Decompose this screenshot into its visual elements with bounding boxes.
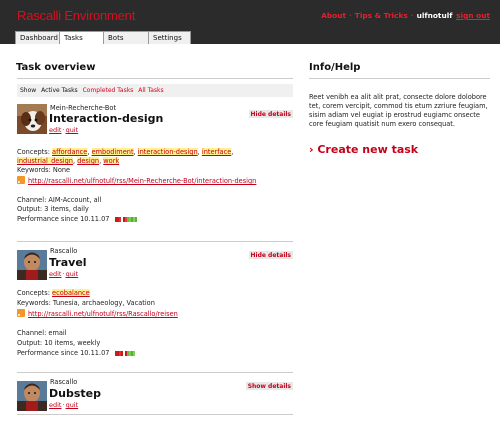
filter-label: Show: [20, 87, 37, 94]
task-item: Rascallo Travel edit·quit Hide details C…: [17, 247, 293, 362]
channel-line: Channel: AIM-Account, all: [17, 196, 102, 204]
bot-name: Rascallo: [50, 247, 78, 255]
concept-tag[interactable]: design: [77, 157, 100, 165]
create-task-link[interactable]: › Create new task: [309, 143, 418, 156]
performance-line: Performance since 10.11.07: [17, 215, 137, 224]
sign-out-link[interactable]: sign out: [456, 11, 490, 20]
task-item: Mein-Recherche-Bot Interaction-design ed…: [17, 104, 293, 239]
rss-icon[interactable]: [17, 309, 25, 317]
performance-line: Performance since 10.11.07: [17, 349, 135, 358]
task-name: Dubstep: [49, 387, 101, 400]
rss-link[interactable]: http://rascalli.net/ulfnotulf/rss/Rascal…: [28, 310, 178, 318]
quit-link[interactable]: quit: [66, 270, 79, 278]
concept-tag[interactable]: affordance: [52, 148, 88, 156]
concept-tag[interactable]: embodiment: [91, 148, 134, 156]
page-title: Task overview: [16, 62, 96, 73]
hide-details-button[interactable]: Hide details: [248, 251, 293, 259]
divider: [309, 78, 490, 79]
concept-tag[interactable]: interaction-design: [137, 148, 198, 156]
quit-link[interactable]: quit: [66, 126, 79, 134]
task-name: Interaction-design: [49, 112, 164, 125]
rss-line: http://rascalli.net/ulfnotulf/rss/Rascal…: [17, 309, 178, 318]
app-title: Rascalli Environment: [17, 8, 136, 23]
tab-bar: Dashboard Tasks Bots Settings: [15, 31, 191, 44]
concept-tag[interactable]: interface: [201, 148, 232, 156]
tips-link[interactable]: Tips & Tricks: [355, 11, 408, 20]
edit-link[interactable]: edit: [49, 401, 61, 409]
keywords-line: Keywords: Tunesia, archaeology, Vacation: [17, 299, 155, 307]
performance-bar: [114, 350, 135, 358]
about-link[interactable]: About: [321, 11, 346, 20]
tab-dashboard[interactable]: Dashboard: [15, 31, 60, 44]
task-actions: edit·quit: [49, 270, 79, 278]
performance-bar: [114, 216, 137, 224]
concepts-line: Concepts: affordance, embodiment, intera…: [17, 148, 234, 156]
bot-name: Mein-Recherche-Bot: [50, 104, 117, 112]
divider: [17, 241, 293, 242]
rss-link[interactable]: http://rascalli.net/ulfnotulf/rss/Mein-R…: [28, 177, 256, 185]
filter-active-tasks[interactable]: Active Tasks: [41, 87, 78, 94]
bot-avatar: [17, 250, 47, 280]
concept-tag[interactable]: ecobalance: [52, 289, 90, 297]
concepts-line-2: industrial_design, design, work: [17, 157, 120, 165]
bot-avatar: [17, 104, 47, 134]
app-header: Rascalli Environment About · Tips & Tricks…: [0, 0, 500, 44]
task-actions: edit·quit: [49, 401, 79, 409]
hide-details-button[interactable]: Hide details: [248, 110, 293, 118]
keywords-line: Keywords: None: [17, 166, 71, 174]
tab-settings[interactable]: Settings: [148, 31, 191, 44]
output-line: Output: 10 items, weekly: [17, 339, 101, 347]
task-filter: Show Active Tasks Completed Tasks All Ta…: [17, 84, 293, 97]
divider: [17, 414, 293, 415]
task-actions: edit·quit: [49, 126, 79, 134]
output-line: Output: 3 items, daily: [17, 205, 89, 213]
tab-bots[interactable]: Bots: [103, 31, 149, 44]
bot-avatar: [17, 381, 47, 411]
concept-tag[interactable]: industrial_design: [17, 157, 73, 165]
divider: [17, 78, 293, 79]
info-help-title: Info/Help: [309, 62, 361, 73]
task-item: Rascallo Dubstep edit·quit Show details: [17, 378, 293, 414]
bot-name: Rascallo: [50, 378, 78, 386]
channel-line: Channel: email: [17, 329, 67, 337]
divider: [17, 372, 293, 373]
show-details-button[interactable]: Show details: [245, 382, 293, 390]
username: ulfnotulf: [416, 11, 453, 20]
filter-completed-tasks[interactable]: Completed Tasks: [83, 87, 134, 94]
edit-link[interactable]: edit: [49, 270, 61, 278]
edit-link[interactable]: edit: [49, 126, 61, 134]
concepts-line: Concepts: ecobalance: [17, 289, 90, 297]
tab-tasks[interactable]: Tasks: [59, 31, 104, 44]
top-nav: About · Tips & Tricks · ulfnotulf sign out: [321, 11, 490, 20]
filter-all-tasks[interactable]: All Tasks: [138, 87, 163, 94]
info-text: Reet venibh ea alit alit prat, consecte …: [309, 93, 488, 128]
rss-line: http://rascalli.net/ulfnotulf/rss/Mein-R…: [17, 176, 256, 185]
quit-link[interactable]: quit: [66, 401, 79, 409]
concept-tag[interactable]: work: [103, 157, 120, 165]
rss-icon[interactable]: [17, 176, 25, 184]
task-name: Travel: [49, 256, 87, 269]
